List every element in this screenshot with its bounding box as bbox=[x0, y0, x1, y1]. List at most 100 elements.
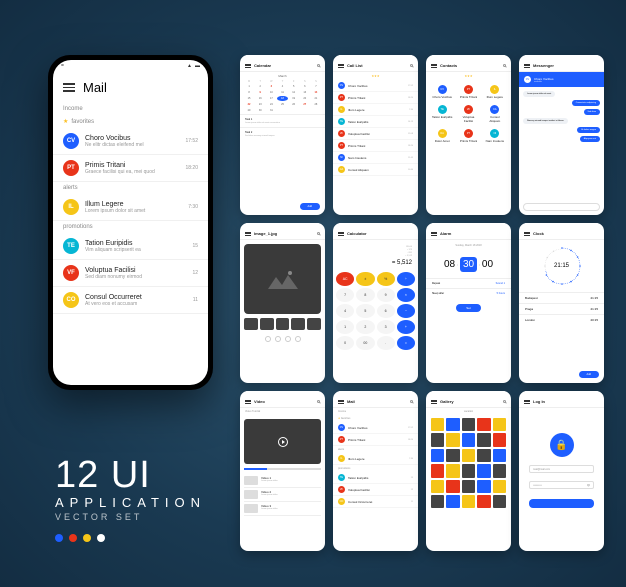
calendar-day[interactable]: 24 bbox=[266, 102, 276, 107]
mail-item[interactable]: PTPrimis TritaniGraece facilisi qui ea, … bbox=[53, 155, 208, 182]
mail-item[interactable]: PTPrimis Tritani18:20 bbox=[333, 434, 418, 446]
menu-icon[interactable] bbox=[245, 64, 251, 68]
calendar-day[interactable]: 7 bbox=[311, 84, 321, 89]
video-item[interactable]: Video 2Lorem ipsum dolor bbox=[244, 488, 321, 502]
video-item[interactable]: Video 1Lorem ipsum dolor bbox=[244, 474, 321, 488]
time-picker[interactable]: 08: 30: 00 bbox=[426, 251, 511, 278]
contact-card[interactable]: CVChoro Vocibus bbox=[430, 83, 454, 101]
message-input[interactable] bbox=[523, 203, 600, 211]
calc-key[interactable]: 8 bbox=[356, 288, 374, 302]
alarm-setting[interactable]: Sleep after5 hours bbox=[426, 288, 511, 298]
calc-key[interactable]: ÷ bbox=[397, 272, 415, 286]
calc-key[interactable]: AC bbox=[336, 272, 354, 286]
contact-card[interactable]: TETation Euripidis bbox=[430, 103, 454, 125]
contact-card[interactable]: VFVoluptua Facilisi bbox=[456, 103, 480, 125]
menu-icon[interactable] bbox=[524, 232, 530, 236]
add-button[interactable]: Add bbox=[300, 203, 320, 210]
eye-icon[interactable]: 👁 bbox=[587, 484, 590, 487]
gallery-item[interactable] bbox=[477, 433, 490, 446]
gallery-item[interactable] bbox=[493, 495, 506, 508]
timezone-row[interactable]: London20:15 bbox=[519, 314, 604, 325]
add-button[interactable]: Add bbox=[579, 371, 599, 378]
gallery-item[interactable] bbox=[462, 464, 475, 477]
search-icon[interactable] bbox=[503, 64, 506, 67]
gallery-item[interactable] bbox=[431, 418, 444, 431]
calendar-day[interactable]: 30 bbox=[255, 108, 265, 113]
calendar-day[interactable]: 22 bbox=[244, 102, 254, 107]
progress-bar[interactable] bbox=[244, 468, 321, 470]
calc-key[interactable]: × bbox=[397, 288, 415, 302]
calendar-day[interactable]: 18 bbox=[277, 96, 287, 101]
thumbnail[interactable] bbox=[260, 318, 274, 330]
calc-key[interactable]: 3 bbox=[377, 320, 395, 334]
calendar-day[interactable]: 9 bbox=[255, 90, 265, 95]
calendar-day[interactable]: 17 bbox=[266, 96, 276, 101]
calendar-day[interactable]: 26 bbox=[289, 102, 299, 107]
calendar-day[interactable]: 27 bbox=[300, 102, 310, 107]
call-item[interactable]: VFVoluptua Facilisi12:08 bbox=[333, 128, 418, 140]
calendar-day[interactable]: 10 bbox=[266, 90, 276, 95]
gallery-item[interactable] bbox=[462, 449, 475, 462]
calc-key[interactable]: 5 bbox=[356, 304, 374, 318]
mail-item[interactable]: VFVoluptua Facilisi12 bbox=[333, 484, 418, 496]
calendar-day[interactable]: 4 bbox=[277, 84, 287, 89]
task-item[interactable]: Task 2Sed diam nonumy eirmod tempor bbox=[240, 127, 325, 140]
action-icon[interactable] bbox=[275, 336, 281, 342]
menu-icon[interactable] bbox=[338, 400, 344, 404]
calendar-day[interactable]: 6 bbox=[300, 84, 310, 89]
gallery-item[interactable] bbox=[431, 464, 444, 477]
alarm-setting[interactable]: RepeatSound 1 bbox=[426, 278, 511, 288]
action-icon[interactable] bbox=[285, 336, 291, 342]
search-icon[interactable] bbox=[410, 64, 413, 67]
calendar-day[interactable]: 15 bbox=[244, 96, 254, 101]
calc-key[interactable]: 1 bbox=[336, 320, 354, 334]
menu-icon[interactable] bbox=[338, 232, 344, 236]
calendar-day[interactable]: 23 bbox=[255, 102, 265, 107]
mail-item[interactable]: CVChoro Vocibus17:52 bbox=[333, 422, 418, 434]
mail-item[interactable]: TETation EuripidisVim aliquam scripserit… bbox=[53, 233, 208, 260]
gallery-item[interactable] bbox=[477, 449, 490, 462]
gallery-item[interactable] bbox=[446, 433, 459, 446]
calendar-day[interactable]: 14 bbox=[311, 90, 321, 95]
calendar-day[interactable]: 11 bbox=[277, 90, 287, 95]
gallery-item[interactable] bbox=[446, 464, 459, 477]
gallery-item[interactable] bbox=[493, 480, 506, 493]
gallery-item[interactable] bbox=[462, 480, 475, 493]
gallery-item[interactable] bbox=[493, 433, 506, 446]
calendar-day[interactable]: 8 bbox=[244, 90, 254, 95]
login-button[interactable] bbox=[529, 499, 594, 508]
call-item[interactable]: ILIllum Legere7:30 bbox=[333, 104, 418, 116]
thumbnail[interactable] bbox=[307, 318, 321, 330]
contact-card[interactable]: DADolor Amet bbox=[430, 127, 454, 145]
calendar-day[interactable]: 12 bbox=[289, 90, 299, 95]
contact-card[interactable]: NINam Insolens bbox=[483, 127, 507, 145]
search-icon[interactable] bbox=[317, 232, 320, 235]
search-icon[interactable] bbox=[410, 400, 413, 403]
calendar-day[interactable]: 25 bbox=[277, 102, 287, 107]
mail-item[interactable]: COConsul OccurreretAt vero eos et accusa… bbox=[53, 287, 208, 314]
menu-icon[interactable] bbox=[524, 400, 530, 404]
calc-key[interactable]: + bbox=[397, 320, 415, 334]
calendar-day[interactable]: 3 bbox=[266, 84, 276, 89]
menu-icon[interactable] bbox=[245, 232, 251, 236]
gallery-item[interactable] bbox=[431, 449, 444, 462]
menu-icon[interactable] bbox=[431, 64, 437, 68]
gallery-item[interactable] bbox=[477, 495, 490, 508]
calendar-day[interactable]: 28 bbox=[311, 102, 321, 107]
contact-card[interactable]: PTPrimis Tritani bbox=[456, 127, 480, 145]
calc-key[interactable]: 7 bbox=[336, 288, 354, 302]
calendar-day[interactable]: 1 bbox=[244, 84, 254, 89]
calendar-day[interactable]: 2 bbox=[255, 84, 265, 89]
call-item[interactable]: PTPrimis Tritani18:20 bbox=[333, 92, 418, 104]
gallery-item[interactable] bbox=[462, 495, 475, 508]
calc-key[interactable]: . bbox=[377, 336, 395, 350]
menu-icon[interactable] bbox=[431, 232, 437, 236]
set-button[interactable]: Set bbox=[456, 304, 481, 312]
gallery-item[interactable] bbox=[446, 449, 459, 462]
video-player[interactable] bbox=[244, 419, 321, 464]
calc-key[interactable]: 4 bbox=[336, 304, 354, 318]
video-item[interactable]: Video 3Lorem ipsum dolor bbox=[244, 502, 321, 516]
thumbnail[interactable] bbox=[291, 318, 305, 330]
contact-card[interactable]: CAConsul Aliquam bbox=[483, 103, 507, 125]
thumbnail[interactable] bbox=[276, 318, 290, 330]
